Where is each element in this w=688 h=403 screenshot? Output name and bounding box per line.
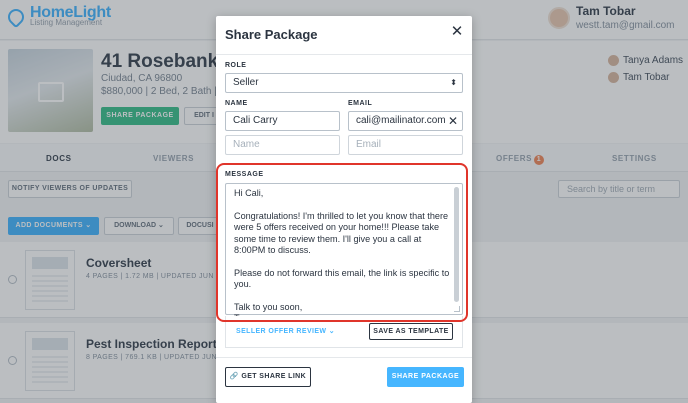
email-field-empty[interactable]: Email (348, 135, 463, 155)
get-share-link-label: GET SHARE LINK (241, 373, 307, 380)
message-highlight-annotation (216, 163, 468, 322)
name-field-value: Cali Carry (233, 115, 278, 126)
template-select[interactable]: SELLER OFFER REVIEW ⌄ (236, 327, 335, 335)
name-field[interactable]: Cali Carry (225, 111, 340, 131)
email-field[interactable]: cali@mailinator.com ✕ (348, 111, 463, 131)
modal-footer: 🔗 GET SHARE LINK SHARE PACKAGE (216, 357, 472, 403)
clear-icon[interactable]: ✕ (448, 112, 458, 130)
role-label: ROLE (225, 62, 247, 69)
link-icon: 🔗 (229, 373, 242, 380)
name-field-empty[interactable]: Name (225, 135, 340, 155)
email-label: EMAIL (348, 100, 373, 107)
role-select[interactable]: Seller ⬍ (225, 73, 463, 93)
modal-title: Share Package (225, 27, 318, 42)
select-caret-icon: ⬍ (450, 78, 457, 87)
email-field-value: cali@mailinator.com (356, 115, 446, 126)
name-label: NAME (225, 100, 248, 107)
role-select-value: Seller (233, 77, 259, 88)
save-as-template-button[interactable]: SAVE AS TEMPLATE (369, 323, 453, 340)
get-share-link-button[interactable]: 🔗 GET SHARE LINK (225, 367, 311, 387)
modal-header: Share Package ✕ (216, 16, 472, 55)
close-icon[interactable]: ✕ (450, 24, 464, 39)
share-package-submit-button[interactable]: SHARE PACKAGE (387, 367, 464, 387)
